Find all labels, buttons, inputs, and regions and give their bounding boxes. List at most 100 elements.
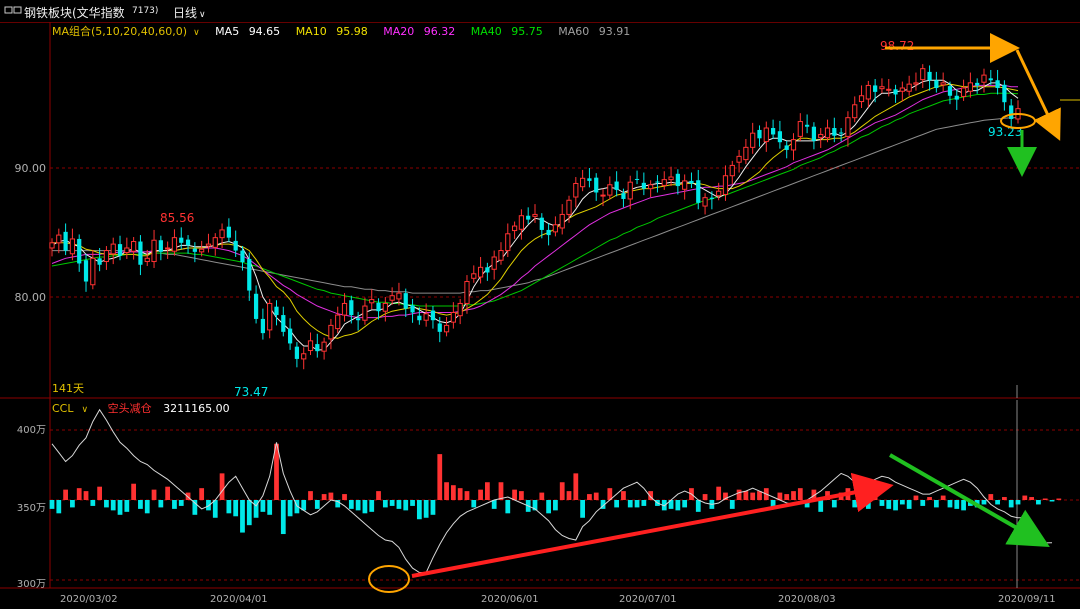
candle-body-up <box>90 257 96 286</box>
ccl-bar <box>362 500 368 514</box>
ccl-bar <box>899 500 905 505</box>
chart-canvas[interactable]: 90.00 80.00 400万 350万 300万 2020/03/02 20… <box>0 0 1080 609</box>
ccl-bar <box>716 486 722 500</box>
ccl-bar <box>512 489 517 500</box>
candle-body-down <box>770 128 776 135</box>
candle-body-up <box>763 127 769 143</box>
ccl-bar <box>743 491 749 500</box>
ccl-bar <box>797 488 803 500</box>
ccl-bar <box>348 500 354 509</box>
candle-body-up <box>559 213 565 229</box>
candle-body-up <box>566 199 572 215</box>
ccl-bar <box>457 488 463 500</box>
candle-body-up <box>600 194 606 197</box>
ccl-bar <box>1015 500 1021 505</box>
y-tick-90: 90.00 <box>15 162 47 175</box>
candle-body-down <box>1009 105 1014 119</box>
ccl-bar <box>423 500 429 518</box>
candle-body-up <box>913 82 919 85</box>
ccl-bar <box>1036 500 1041 505</box>
candle-body-up <box>199 248 205 253</box>
candle-body-up <box>573 182 579 198</box>
ccl-bar <box>110 500 116 511</box>
candle-body-up <box>716 190 722 197</box>
candle-body-up <box>362 305 368 321</box>
ccl-bar <box>519 491 524 500</box>
ccl-bar <box>246 500 252 526</box>
ccl-bar <box>280 500 286 535</box>
ccl-bar <box>212 500 218 518</box>
x-tick-0302: 2020/03/02 <box>60 594 118 605</box>
y-tick-80: 80.00 <box>15 291 47 304</box>
x-tick-0803: 2020/08/03 <box>778 594 836 605</box>
candle-body-up <box>607 184 613 196</box>
candle-body-up <box>369 299 375 304</box>
ccl-bar <box>178 500 184 506</box>
candle-body-down <box>546 229 551 236</box>
candle-body-down <box>696 180 701 203</box>
candle-body-up <box>301 353 307 360</box>
ccl-bar <box>97 486 103 500</box>
candle-body-up <box>321 341 327 352</box>
ccl-bar <box>471 500 477 508</box>
ccl-bar <box>117 500 123 515</box>
ccl-bar <box>682 500 688 508</box>
candle-body-down <box>757 129 762 139</box>
candle-body-down <box>233 240 238 251</box>
candle-body-up <box>661 179 667 186</box>
candle-body-up <box>960 87 967 97</box>
candle-body-up <box>464 281 470 304</box>
candle-body-down <box>192 248 197 252</box>
ccl-bar <box>56 500 62 514</box>
candle-body-up <box>627 181 633 200</box>
ccl-bar <box>63 489 68 500</box>
candle-body-down <box>832 128 837 136</box>
ccl-bar <box>1008 500 1014 508</box>
ccl-bar <box>750 492 756 500</box>
candle-body-down <box>315 344 320 352</box>
candle-body-down <box>417 315 422 321</box>
candle-body-up <box>124 247 130 253</box>
candle-body-down <box>281 315 286 332</box>
candle-body-down <box>158 240 163 252</box>
candle-body-up <box>790 139 797 151</box>
ccl-bar <box>199 488 205 500</box>
y-tick-400w: 400万 <box>17 425 46 436</box>
candle-body-up <box>580 177 586 188</box>
ccl-bar <box>192 500 198 515</box>
candle-body-up <box>743 146 749 161</box>
candle-body-down <box>63 231 68 251</box>
ccl-bar <box>879 500 885 506</box>
candle-body-up <box>212 237 218 248</box>
candle-body-up <box>450 311 456 323</box>
ccl-bar <box>144 500 150 514</box>
candle-body-down <box>356 318 361 321</box>
candle-body-up <box>335 314 341 330</box>
candle-body-down <box>988 78 993 81</box>
candle-body-down <box>485 267 490 273</box>
candle-body-up <box>967 82 973 92</box>
ccl-bar <box>587 494 592 500</box>
candle-body-up <box>103 250 110 263</box>
candle-body-up <box>144 257 150 263</box>
candle-body-up <box>328 324 334 340</box>
ccl-bar <box>430 500 436 515</box>
ccl-bar <box>478 489 483 500</box>
candle-body-down <box>97 258 102 265</box>
candle-body-down <box>287 328 293 344</box>
ccl-bar <box>736 489 742 500</box>
candle-body-down <box>1002 84 1007 103</box>
candle-body-down <box>954 95 959 100</box>
candle-body-down <box>185 239 191 246</box>
ccl-bar <box>566 491 572 500</box>
ccl-bar <box>865 500 871 509</box>
ccl-bar <box>260 500 266 512</box>
candle-body-up <box>491 256 497 270</box>
ccl-bar <box>83 491 89 500</box>
candle-body-down <box>526 215 531 220</box>
candle-body-up <box>443 324 450 333</box>
candle-body-up <box>552 224 559 233</box>
candle-body-down <box>247 258 252 291</box>
ccl-bar <box>410 500 415 506</box>
ccl-bar <box>818 500 824 512</box>
